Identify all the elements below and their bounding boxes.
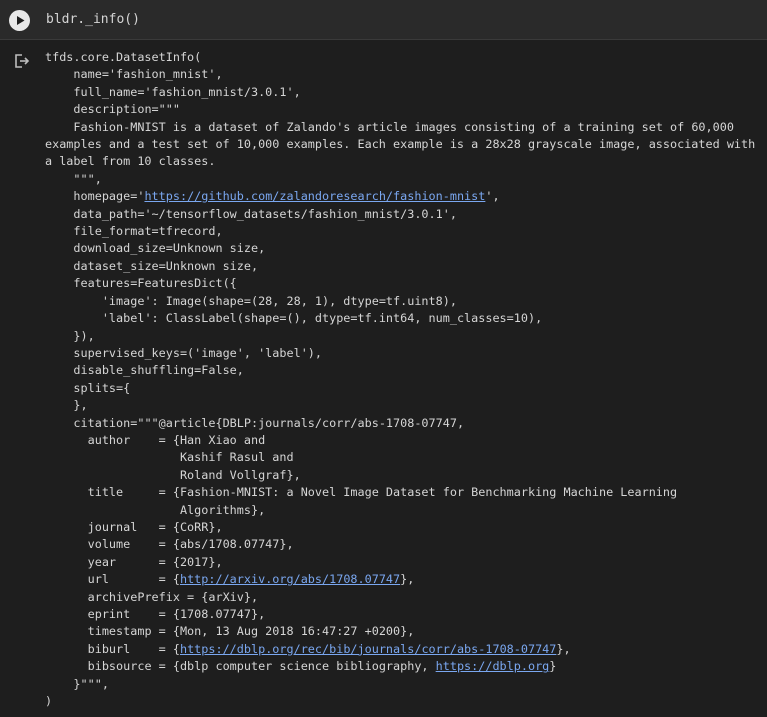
output-text-segment: biburl = { bbox=[45, 641, 180, 656]
output-line: biburl = {https://dblp.org/rec/bib/journ… bbox=[45, 642, 571, 656]
output-line: bibsource = {dblp computer science bibli… bbox=[45, 659, 557, 674]
biburl-link[interactable]: https://dblp.org/rec/bib/journals/corr/a… bbox=[180, 642, 556, 656]
run-cell-button[interactable] bbox=[9, 10, 30, 31]
output-text-segment: url = { bbox=[45, 572, 180, 587]
output-line: 'label': ClassLabel(shape=(), dtype=tf.i… bbox=[45, 311, 542, 325]
output-line: }""", bbox=[45, 677, 109, 691]
output-text-segment: ', bbox=[485, 189, 500, 204]
output-text-segment: features=FeaturesDict({ bbox=[45, 276, 237, 291]
output-text-segment: homepage=' bbox=[45, 189, 145, 204]
output-line: archivePrefix = {arXiv}, bbox=[45, 590, 258, 604]
output-line: file_format=tfrecord, bbox=[45, 224, 223, 239]
output-text-segment: volume = {abs/1708.07747}, bbox=[45, 537, 294, 552]
output-text: tfds.core.DatasetInfo( name='fashion_mni… bbox=[45, 49, 763, 710]
output-text-segment: ) bbox=[45, 694, 53, 709]
output-text-segment: file_format=tfrecord, bbox=[45, 224, 223, 239]
output-line: download_size=Unknown size, bbox=[45, 241, 265, 255]
output-line: name='fashion_mnist', bbox=[45, 67, 223, 82]
output-line: disable_shuffling=False, bbox=[45, 363, 244, 378]
output-line: eprint = {1708.07747}, bbox=[45, 607, 266, 621]
output-line: tfds.core.DatasetInfo( bbox=[45, 50, 201, 64]
arxiv-link[interactable]: http://arxiv.org/abs/1708.07747 bbox=[180, 572, 400, 586]
output-text-segment: disable_shuffling=False, bbox=[45, 363, 244, 378]
output-text-segment: Roland Vollgraf}, bbox=[45, 467, 301, 482]
output-line: url = {http://arxiv.org/abs/1708.07747}, bbox=[45, 572, 415, 587]
output-line: features=FeaturesDict({ bbox=[45, 276, 237, 291]
output-text-segment: Kashif Rasul and bbox=[45, 450, 294, 465]
output-line: Algorithms}, bbox=[45, 503, 265, 517]
output-text-segment: download_size=Unknown size, bbox=[45, 241, 266, 256]
output-line: author = {Han Xiao and bbox=[45, 432, 266, 447]
output-text-segment: archivePrefix = {arXiv}, bbox=[45, 589, 259, 604]
output-text-segment: year = {2017}, bbox=[45, 554, 223, 569]
output-text-segment: bibsource = {dblp computer science bibli… bbox=[45, 659, 436, 674]
output-text-segment: } bbox=[549, 659, 557, 674]
output-line: homepage='https://github.com/zalandorese… bbox=[45, 189, 500, 204]
output-text-segment: name='fashion_mnist', bbox=[45, 67, 223, 82]
play-icon bbox=[17, 16, 25, 25]
output-redirect-icon[interactable] bbox=[13, 52, 31, 70]
cell-output: tfds.core.DatasetInfo( name='fashion_mni… bbox=[0, 40, 767, 717]
output-text-segment: dataset_size=Unknown size, bbox=[45, 258, 259, 273]
output-line: ) bbox=[45, 694, 52, 708]
output-text-segment: data_path='~/tensorflow_datasets/fashion… bbox=[45, 206, 457, 221]
output-line: dataset_size=Unknown size, bbox=[45, 259, 258, 273]
output-text-segment: title = {Fashion-MNIST: a Novel Image Da… bbox=[45, 485, 678, 500]
output-line: Kashif Rasul and bbox=[45, 450, 294, 464]
dblp-link[interactable]: https://dblp.org bbox=[436, 659, 550, 673]
output-line: }), bbox=[45, 328, 95, 343]
output-text-segment: tfds.core.DatasetInfo( bbox=[45, 50, 202, 64]
output-text-segment: }, bbox=[556, 641, 571, 656]
output-text-segment: journal = {CoRR}, bbox=[45, 519, 223, 534]
output-line: year = {2017}, bbox=[45, 555, 223, 569]
output-text-segment: timestamp = {Mon, 13 Aug 2018 16:47:27 +… bbox=[45, 624, 415, 639]
output-text-segment: supervised_keys=('image', 'label'), bbox=[45, 345, 323, 360]
output-text-segment: Fashion-MNIST is a dataset of Zalando's … bbox=[45, 119, 763, 169]
output-text-segment: }""", bbox=[45, 676, 109, 691]
output-line: journal = {CoRR}, bbox=[45, 520, 223, 534]
output-text-segment: splits={ bbox=[45, 380, 131, 395]
output-line: timestamp = {Mon, 13 Aug 2018 16:47:27 +… bbox=[45, 624, 415, 639]
output-text-segment: author = {Han Xiao and bbox=[45, 432, 266, 447]
output-text-segment: 'image': Image(shape=(28, 28, 1), dtype=… bbox=[45, 293, 457, 308]
output-line: Fashion-MNIST is a dataset of Zalando's … bbox=[45, 120, 762, 169]
output-text-segment: eprint = {1708.07747}, bbox=[45, 607, 266, 621]
output-text-segment: description=""" bbox=[45, 102, 180, 117]
output-text-segment: }), bbox=[45, 328, 95, 343]
output-line: splits={ bbox=[45, 381, 130, 395]
output-text-segment: full_name='fashion_mnist/3.0.1', bbox=[45, 84, 301, 99]
output-text-segment: }, bbox=[45, 398, 88, 413]
code-text[interactable]: bldr._info() bbox=[46, 12, 140, 27]
output-line: """, bbox=[45, 171, 102, 186]
output-line: volume = {abs/1708.07747}, bbox=[45, 537, 294, 551]
output-line: full_name='fashion_mnist/3.0.1', bbox=[45, 84, 301, 99]
output-line: citation="""@article{DBLP:journals/corr/… bbox=[45, 416, 464, 430]
homepage-link[interactable]: https://github.com/zalandoresearch/fashi… bbox=[144, 189, 485, 203]
output-text-segment: citation="""@article{DBLP:journals/corr/… bbox=[45, 415, 465, 430]
output-text-segment: }, bbox=[400, 572, 415, 587]
output-text-segment: Algorithms}, bbox=[45, 502, 266, 517]
output-text-segment: 'label': ClassLabel(shape=(), dtype=tf.i… bbox=[45, 311, 543, 326]
output-line: title = {Fashion-MNIST: a Novel Image Da… bbox=[45, 485, 678, 500]
output-line: supervised_keys=('image', 'label'), bbox=[45, 346, 322, 360]
output-line: description=""" bbox=[45, 102, 180, 116]
output-text-segment: """, bbox=[45, 171, 102, 186]
output-line: 'image': Image(shape=(28, 28, 1), dtype=… bbox=[45, 294, 457, 308]
output-line: data_path='~/tensorflow_datasets/fashion… bbox=[45, 207, 457, 221]
output-line: }, bbox=[45, 398, 88, 413]
code-cell-input[interactable]: bldr._info() bbox=[0, 0, 767, 40]
output-line: Roland Vollgraf}, bbox=[45, 468, 301, 482]
